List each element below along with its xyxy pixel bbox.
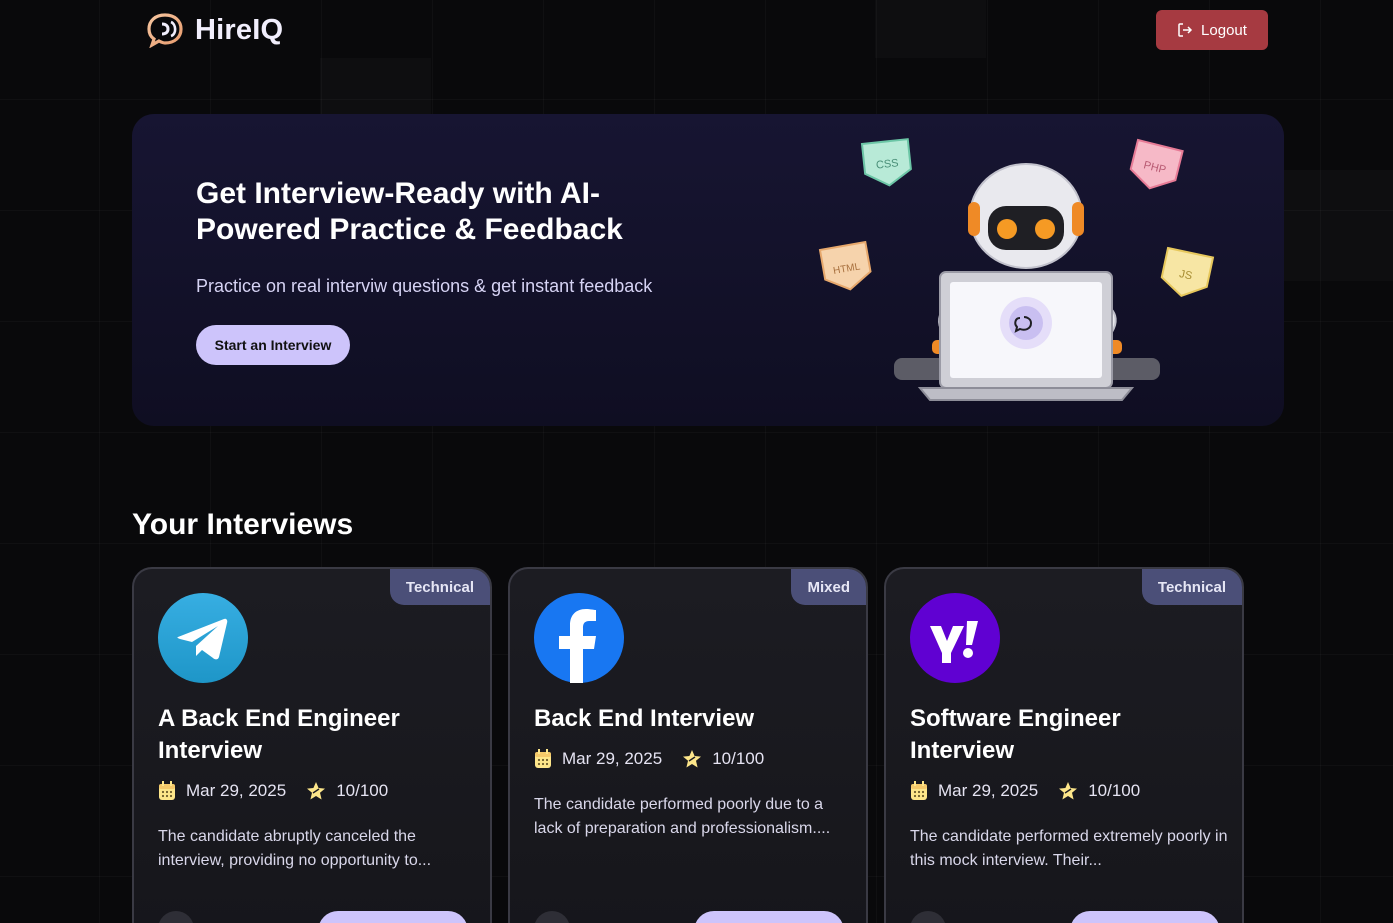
yahoo-logo-icon <box>910 593 1000 683</box>
interview-title: Software Engineer Interview <box>910 705 1121 764</box>
telegram-logo-icon <box>158 593 248 683</box>
logout-label: Logout <box>1201 21 1247 39</box>
interview-card[interactable]: Technical Software Engineer Interview Ma… <box>884 567 1244 923</box>
js-tag-icon: JS <box>1160 246 1215 297</box>
view-interview-button[interactable] <box>318 911 468 923</box>
interview-date: Mar 29, 2025 <box>562 749 663 768</box>
interview-type-badge: Technical <box>389 569 490 605</box>
interview-title: A Back End Engineer Interview <box>158 705 400 764</box>
avatar <box>534 911 570 923</box>
html-tag-icon: HTML <box>818 240 872 291</box>
star-icon <box>1059 782 1078 800</box>
interview-date: Mar 29, 2025 <box>938 781 1039 800</box>
interview-type-badge: Mixed <box>791 569 866 605</box>
brand-logo[interactable]: HireIQ <box>147 12 283 48</box>
interview-card[interactable]: Technical A Back End Engineer Interview … <box>132 567 492 923</box>
logout-button[interactable]: Logout <box>1156 10 1268 50</box>
interview-summary: The candidate performed poorly due to a … <box>534 796 831 837</box>
interview-score: 10/100 <box>1088 781 1141 800</box>
date-meta: Mar 29, 2025 <box>534 749 662 769</box>
interview-type-badge: Technical <box>1141 569 1242 605</box>
score-meta: 10/100 <box>306 781 388 801</box>
background-tile <box>1284 170 1393 281</box>
interview-date: Mar 29, 2025 <box>186 781 287 800</box>
calendar-icon <box>911 781 927 800</box>
interview-title: Back End Interview <box>534 705 755 732</box>
calendar-icon <box>535 749 551 768</box>
hero-banner: Get Interview-Ready with AI-Powered Prac… <box>132 114 1284 426</box>
avatar <box>158 911 194 923</box>
robot-laptop-illustration: CSS PHP HTML JS <box>818 138 1215 401</box>
score-meta: 10/100 <box>1058 781 1140 801</box>
css-tag-icon: CSS <box>860 138 912 187</box>
star-icon <box>683 750 702 768</box>
background-tile <box>320 58 431 114</box>
interviews-section-title: Your Interviews <box>132 508 354 541</box>
interview-meta: Mar 29, 2025 10/100 <box>158 781 388 801</box>
interview-summary: The candidate abruptly canceled the inte… <box>158 828 432 869</box>
top-navbar: HireIQ Logout <box>0 0 1393 60</box>
start-interview-button[interactable]: Start an Interview <box>196 325 350 365</box>
php-tag-icon: PHP <box>1129 138 1184 190</box>
hero-subtitle: Practice on real interviw questions & ge… <box>196 276 653 296</box>
view-interview-button[interactable] <box>694 911 844 923</box>
interview-summary: The candidate performed extremely poorly… <box>910 828 1228 869</box>
interview-meta: Mar 29, 2025 10/100 <box>910 781 1140 801</box>
hero-title: Get Interview-Ready with AI-Powered Prac… <box>196 177 623 246</box>
date-meta: Mar 29, 2025 <box>158 781 286 801</box>
star-icon <box>307 782 326 800</box>
view-interview-button[interactable] <box>1070 911 1220 923</box>
interview-card[interactable]: Mixed Back End Interview Mar 29, 2025 10… <box>508 567 868 923</box>
date-meta: Mar 29, 2025 <box>910 781 1038 801</box>
facebook-logo-icon <box>534 593 624 683</box>
chat-bubble-logo-icon <box>147 13 183 48</box>
interview-score: 10/100 <box>712 749 765 768</box>
logout-icon <box>1178 23 1193 37</box>
css-tag-label: CSS <box>875 157 899 171</box>
brand-name: HireIQ <box>195 13 284 46</box>
avatar <box>910 911 946 923</box>
interview-score: 10/100 <box>336 781 389 800</box>
score-meta: 10/100 <box>682 749 764 769</box>
interview-meta: Mar 29, 2025 10/100 <box>534 749 764 769</box>
calendar-icon <box>159 781 175 800</box>
